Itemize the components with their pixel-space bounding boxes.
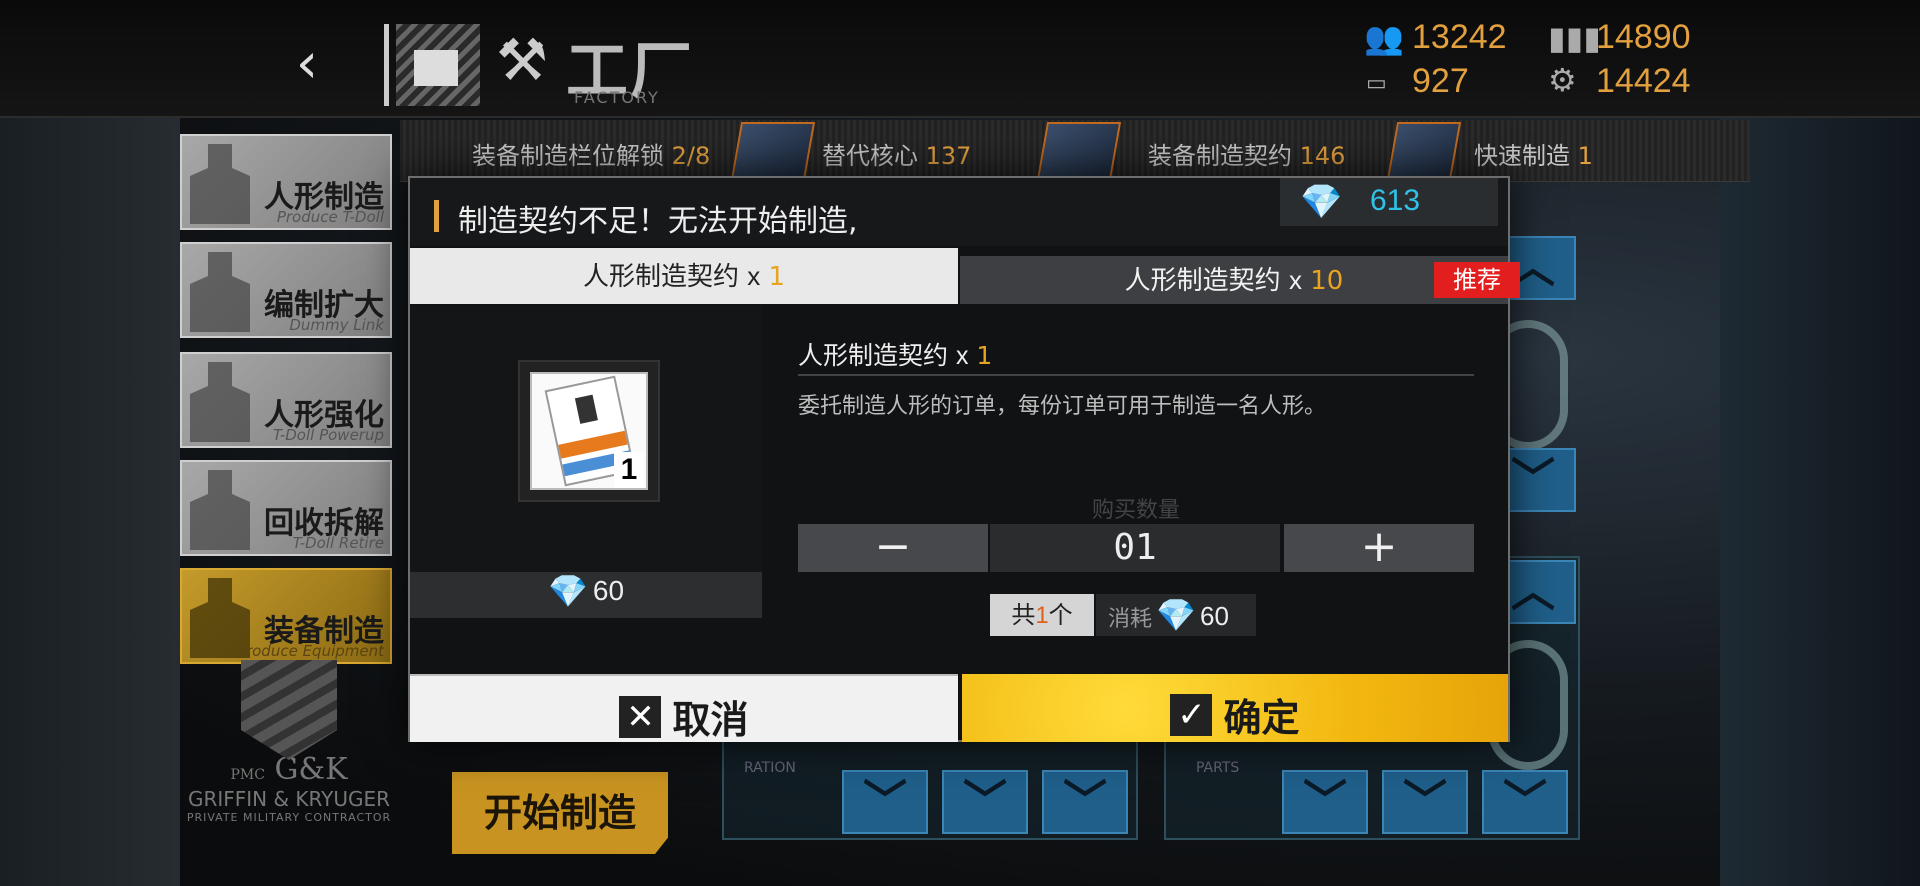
core-info: 替代核心 137 bbox=[822, 142, 972, 170]
factory-emblem-icon bbox=[396, 24, 480, 106]
tools-icon: ⚒ bbox=[496, 26, 548, 94]
menu-item-produce-tdoll[interactable]: 人形制造 Produce T-Doll bbox=[180, 134, 392, 230]
menu-item-sublabel: Dummy Link bbox=[289, 316, 384, 334]
insufficient-message: 制造契约不足！无法开始制造, bbox=[458, 204, 858, 239]
cancel-label: 取消 bbox=[672, 697, 749, 742]
back-button[interactable]: ‹ bbox=[282, 32, 332, 96]
gem-balance: 💎 613 bbox=[1280, 178, 1498, 226]
powerup-figure-icon bbox=[190, 362, 250, 442]
item-description: 委托制造人形的订单，每份订单可用于制造一名人形。 bbox=[798, 394, 1327, 419]
total-cost: 消耗 💎 60 bbox=[1096, 594, 1256, 636]
decrease-arrow-button[interactable]: ﹀ bbox=[842, 770, 928, 834]
quantity-minus-button[interactable]: − bbox=[798, 524, 988, 572]
info-strip: 装备制造栏位解锁 2/8 替代核心 137 装备制造契约 146 快速制造 1 bbox=[400, 120, 1750, 182]
parts-icon: ⚙ bbox=[1548, 61, 1577, 99]
diamond-icon: 💎 bbox=[1300, 182, 1343, 222]
dummy-figure-icon bbox=[190, 252, 250, 332]
menu-item-sublabel: T-Doll Powerup bbox=[272, 426, 384, 444]
total-count: 共1个 bbox=[990, 594, 1094, 636]
menu-item-tdoll-retire[interactable]: 回收拆解 T-Doll Retire bbox=[180, 460, 392, 556]
header-accent bbox=[434, 200, 439, 232]
menu-item-sublabel: T-Doll Retire bbox=[292, 534, 384, 552]
ammo-value: 14890 bbox=[1596, 18, 1691, 56]
menu-item-sublabel: Produce Equipment bbox=[236, 642, 384, 660]
decrease-arrow-button[interactable]: ﹀ bbox=[1282, 770, 1368, 834]
logo-name: GRIFFIN & KRYUGER bbox=[187, 787, 391, 811]
unit-price-value: 60 bbox=[592, 575, 625, 606]
decrease-arrow-button[interactable]: ﹀ bbox=[1382, 770, 1468, 834]
tab-contract-x1[interactable]: 人形制造契约 x 1 bbox=[410, 248, 958, 304]
diamond-icon: 💎 bbox=[547, 572, 588, 610]
logo-pmc: PMC bbox=[230, 767, 265, 783]
check-icon: ✓ bbox=[1170, 693, 1213, 736]
cost-label: 消耗 bbox=[1108, 607, 1153, 632]
page-subtitle: FACTORY bbox=[574, 88, 660, 107]
contract-info: 装备制造契约 146 bbox=[1148, 142, 1346, 170]
parts-label: PARTS bbox=[1196, 760, 1240, 776]
recommend-badge: 推荐 bbox=[1434, 262, 1520, 298]
unit-price: 💎 60 bbox=[410, 572, 762, 618]
quantity-plus-button[interactable]: + bbox=[1284, 524, 1474, 572]
decrease-arrow-button[interactable]: ﹀ bbox=[1482, 770, 1568, 834]
diamond-icon: 💎 bbox=[1156, 596, 1196, 634]
griffin-kryuger-logo: PMC G&K GRIFFIN & KRYUGER PRIVATE MILITA… bbox=[186, 660, 392, 824]
menu-item-produce-equipment[interactable]: 装备制造 Produce Equipment bbox=[180, 568, 392, 664]
gem-balance-value: 613 bbox=[1370, 184, 1421, 217]
purchase-dialog: 制造契约不足！无法开始制造, 💎 613 人形制造契约 x 1 人形制造契约 x… bbox=[408, 176, 1520, 742]
contract-item-icon bbox=[1036, 122, 1122, 180]
menu-item-tdoll-powerup[interactable]: 人形强化 T-Doll Powerup bbox=[180, 352, 392, 448]
rations-icon: ▭ bbox=[1366, 71, 1387, 96]
cancel-button[interactable]: ✕ 取消 bbox=[410, 674, 958, 742]
rations-value: 927 bbox=[1412, 62, 1469, 100]
item-title: 人形制造契约 x 1 bbox=[798, 341, 993, 370]
divider bbox=[798, 374, 1474, 376]
logo-tagline: PRIVATE MILITARY CONTRACTOR bbox=[186, 811, 392, 824]
dialog-header: 制造契约不足！无法开始制造, 💎 613 bbox=[410, 178, 1508, 246]
quantity-label: 购买数量 bbox=[1091, 498, 1180, 523]
top-bar: ‹ ⚒ 工厂 FACTORY 👥 13242 ▮▮▮ 14890 ▭ 927 ⚙… bbox=[0, 0, 1920, 118]
item-preview-pane: 1 bbox=[410, 306, 762, 616]
ration-label: RATION bbox=[744, 760, 796, 776]
ammo-icon: ▮▮▮ bbox=[1548, 19, 1601, 57]
item-frame: 1 bbox=[518, 360, 660, 502]
menu-item-sublabel: Produce T-Doll bbox=[276, 208, 384, 226]
confirm-label: 确定 bbox=[1223, 695, 1300, 740]
contract-item-card: 1 bbox=[530, 372, 648, 490]
close-icon: ✕ bbox=[619, 695, 662, 738]
core-item-icon bbox=[730, 122, 816, 180]
decrease-arrow-button[interactable]: ﹀ bbox=[942, 770, 1028, 834]
confirm-button[interactable]: ✓ 确定 bbox=[962, 674, 1508, 742]
item-quantity: 1 bbox=[614, 452, 644, 488]
retire-figure-icon bbox=[190, 470, 250, 550]
tab-contract-x10[interactable]: 人形制造契约 x 10 bbox=[960, 256, 1508, 304]
quick-build-info: 快速制造 1 bbox=[1474, 142, 1593, 170]
parts-value: 14424 bbox=[1596, 62, 1691, 100]
menu-item-dummy-link[interactable]: 编制扩大 Dummy Link bbox=[180, 242, 392, 338]
start-production-button[interactable]: 开始制造 bbox=[452, 772, 668, 854]
cost-value: 60 bbox=[1200, 601, 1229, 631]
decrease-arrow-button[interactable]: ﹀ bbox=[1042, 770, 1128, 834]
tdoll-figure-icon bbox=[190, 144, 250, 224]
gk-shield-icon bbox=[241, 660, 337, 760]
quick-build-icon bbox=[1386, 122, 1462, 180]
background-right bbox=[1720, 118, 1920, 886]
slot-unlock-info: 装备制造栏位解锁 2/8 bbox=[472, 142, 711, 170]
header-divider bbox=[384, 24, 389, 106]
quantity-value[interactable]: 01 bbox=[990, 524, 1280, 572]
manpower-value: 13242 bbox=[1412, 18, 1507, 56]
manpower-icon: 👥 bbox=[1364, 19, 1404, 57]
background-left bbox=[0, 118, 180, 886]
